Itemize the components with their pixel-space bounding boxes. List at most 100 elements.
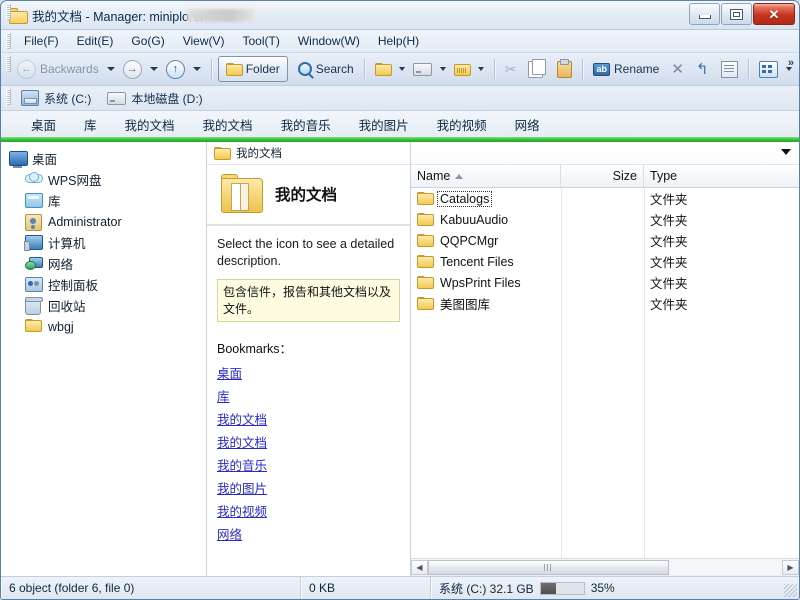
archive-dropdown-icon[interactable] xyxy=(478,67,484,71)
up-button[interactable]: ↑ xyxy=(162,56,189,82)
tree-item-wps-cloud[interactable]: WPS网盘 xyxy=(1,169,206,190)
menu-tool[interactable]: Tool(T) xyxy=(234,32,289,50)
bookmark-link-documents-1[interactable]: 我的文档 xyxy=(217,409,267,428)
archive-button[interactable] xyxy=(450,56,474,82)
drive-item-c[interactable]: 系统 (C:) xyxy=(21,90,91,107)
properties-button[interactable] xyxy=(717,56,742,82)
bookmark-tab-library[interactable]: 库 xyxy=(70,113,111,136)
bookmark-tab-network[interactable]: 网络 xyxy=(501,113,554,136)
toolbar-overflow-icon[interactable]: » xyxy=(788,57,794,69)
table-row[interactable]: 美图图库 文件夹 xyxy=(411,293,799,314)
folder-icon xyxy=(417,255,433,268)
scrollbar-thumb[interactable] xyxy=(428,560,669,575)
table-row[interactable]: QQPCMgr 文件夹 xyxy=(411,230,799,251)
tree-item-recycle-bin[interactable]: 回收站 xyxy=(1,295,206,316)
system-drive-icon xyxy=(21,90,39,106)
large-folder-icon[interactable] xyxy=(219,174,263,214)
resize-grip-icon[interactable] xyxy=(784,584,797,597)
scroll-left-button[interactable]: ◀ xyxy=(411,560,428,575)
chevron-down-icon[interactable] xyxy=(781,149,791,155)
tree-label-administrator: Administrator xyxy=(48,215,122,229)
bookmark-link-desktop[interactable]: 桌面 xyxy=(217,363,242,382)
bookmark-tab-documents-2[interactable]: 我的文档 xyxy=(189,113,267,136)
tree-item-computer[interactable]: 计算机 xyxy=(1,232,206,253)
cell-type: 文件夹 xyxy=(644,209,799,230)
table-row[interactable]: Catalogs 文件夹 xyxy=(411,188,799,209)
tree-item-wbgj[interactable]: wbgj xyxy=(1,316,206,337)
new-folder-dropdown-icon[interactable] xyxy=(399,67,405,71)
column-header-size[interactable]: Size xyxy=(561,165,644,187)
bookmark-link-music[interactable]: 我的音乐 xyxy=(217,455,267,474)
back-button[interactable]: ← Backwards xyxy=(13,56,103,82)
tree-item-library[interactable]: 库 xyxy=(1,190,206,211)
table-row[interactable]: WpsPrint Files 文件夹 xyxy=(411,272,799,293)
cell-type: 文件夹 xyxy=(644,251,799,272)
copy-button[interactable] xyxy=(524,56,547,82)
back-dropdown-icon[interactable] xyxy=(107,67,115,71)
new-folder-icon xyxy=(375,63,391,76)
close-button[interactable]: ✕ xyxy=(753,3,795,25)
address-bar[interactable] xyxy=(411,142,799,165)
details-header-label: 我的文档 xyxy=(236,145,282,161)
bookmark-link-network[interactable]: 网络 xyxy=(217,524,242,543)
menu-go[interactable]: Go(G) xyxy=(122,32,173,50)
bookmark-link-documents-2[interactable]: 我的文档 xyxy=(217,432,267,451)
tree-item-network[interactable]: 网络 xyxy=(1,253,206,274)
column-header-name[interactable]: Name xyxy=(411,165,561,187)
search-icon xyxy=(298,62,312,76)
cell-type: 文件夹 xyxy=(644,188,799,209)
minimize-button[interactable] xyxy=(689,3,720,25)
menu-help[interactable]: Help(H) xyxy=(369,32,428,50)
bookmark-tab-videos[interactable]: 我的视频 xyxy=(423,113,501,136)
forward-dropdown-icon[interactable] xyxy=(150,67,158,71)
bookmark-link-pictures[interactable]: 我的图片 xyxy=(217,478,267,497)
menu-view[interactable]: View(V) xyxy=(174,32,234,50)
table-row[interactable]: Tencent Files 文件夹 xyxy=(411,251,799,272)
delete-button[interactable]: ✕ xyxy=(667,56,688,82)
folder-icon xyxy=(417,234,433,247)
new-folder-button[interactable] xyxy=(371,56,395,82)
column-label-name: Name xyxy=(417,169,450,183)
rename-button[interactable]: ab Rename xyxy=(589,56,663,82)
menu-window[interactable]: Window(W) xyxy=(289,32,369,50)
tree-item-control-panel[interactable]: 控制面板 xyxy=(1,274,206,295)
table-row[interactable]: KabuuAudio 文件夹 xyxy=(411,209,799,230)
toolbar-separator-5 xyxy=(748,59,749,79)
drive-button[interactable] xyxy=(409,56,436,82)
column-header-type[interactable]: Type xyxy=(644,165,799,187)
undo-button[interactable]: ↰ xyxy=(692,56,713,82)
up-arrow-icon: ↑ xyxy=(166,60,185,79)
paste-button[interactable] xyxy=(553,56,576,82)
drive-item-d[interactable]: 本地磁盘 (D:) xyxy=(107,90,202,107)
scrollbar-track[interactable] xyxy=(428,560,782,575)
bookmark-tab-pictures[interactable]: 我的图片 xyxy=(345,113,423,136)
bookmark-tab-desktop[interactable]: 桌面 xyxy=(17,113,70,136)
up-dropdown-icon[interactable] xyxy=(193,67,201,71)
bookmark-link-library[interactable]: 库 xyxy=(217,386,230,405)
drivebar-gripper[interactable] xyxy=(6,89,11,105)
maximize-button[interactable] xyxy=(721,3,752,25)
toolbar-gripper[interactable] xyxy=(6,56,11,72)
search-button[interactable]: Search xyxy=(294,56,358,82)
window-folder-icon xyxy=(9,8,27,23)
tree-item-administrator[interactable]: Administrator xyxy=(1,211,206,232)
menu-file[interactable]: File(F) xyxy=(15,32,68,50)
forward-button[interactable]: → xyxy=(119,56,146,82)
view-mode-button[interactable] xyxy=(755,56,782,82)
bookmark-tab-music[interactable]: 我的音乐 xyxy=(267,113,345,136)
horizontal-scrollbar[interactable]: ◀ ▶ xyxy=(411,558,799,576)
bookmark-tab-documents-1[interactable]: 我的文档 xyxy=(111,113,189,136)
tree-label-wbgj: wbgj xyxy=(48,320,74,334)
file-name: Catalogs xyxy=(438,192,491,206)
menu-gripper[interactable] xyxy=(6,33,11,49)
status-disk-info: 系统 (C:) 32.1 GB 35% xyxy=(431,577,799,599)
folder-button[interactable]: Folder xyxy=(218,56,288,82)
scroll-right-button[interactable]: ▶ xyxy=(782,560,799,575)
bookmark-link-videos[interactable]: 我的视频 xyxy=(217,501,267,520)
bookmarkbar-gripper[interactable] xyxy=(6,4,11,20)
menu-edit[interactable]: Edit(E) xyxy=(68,32,123,50)
tree-label-network: 网络 xyxy=(48,254,73,273)
cut-button[interactable]: ✂ xyxy=(501,56,521,82)
drive-dropdown-icon[interactable] xyxy=(440,67,446,71)
tree-item-desktop[interactable]: 桌面 xyxy=(1,148,206,169)
